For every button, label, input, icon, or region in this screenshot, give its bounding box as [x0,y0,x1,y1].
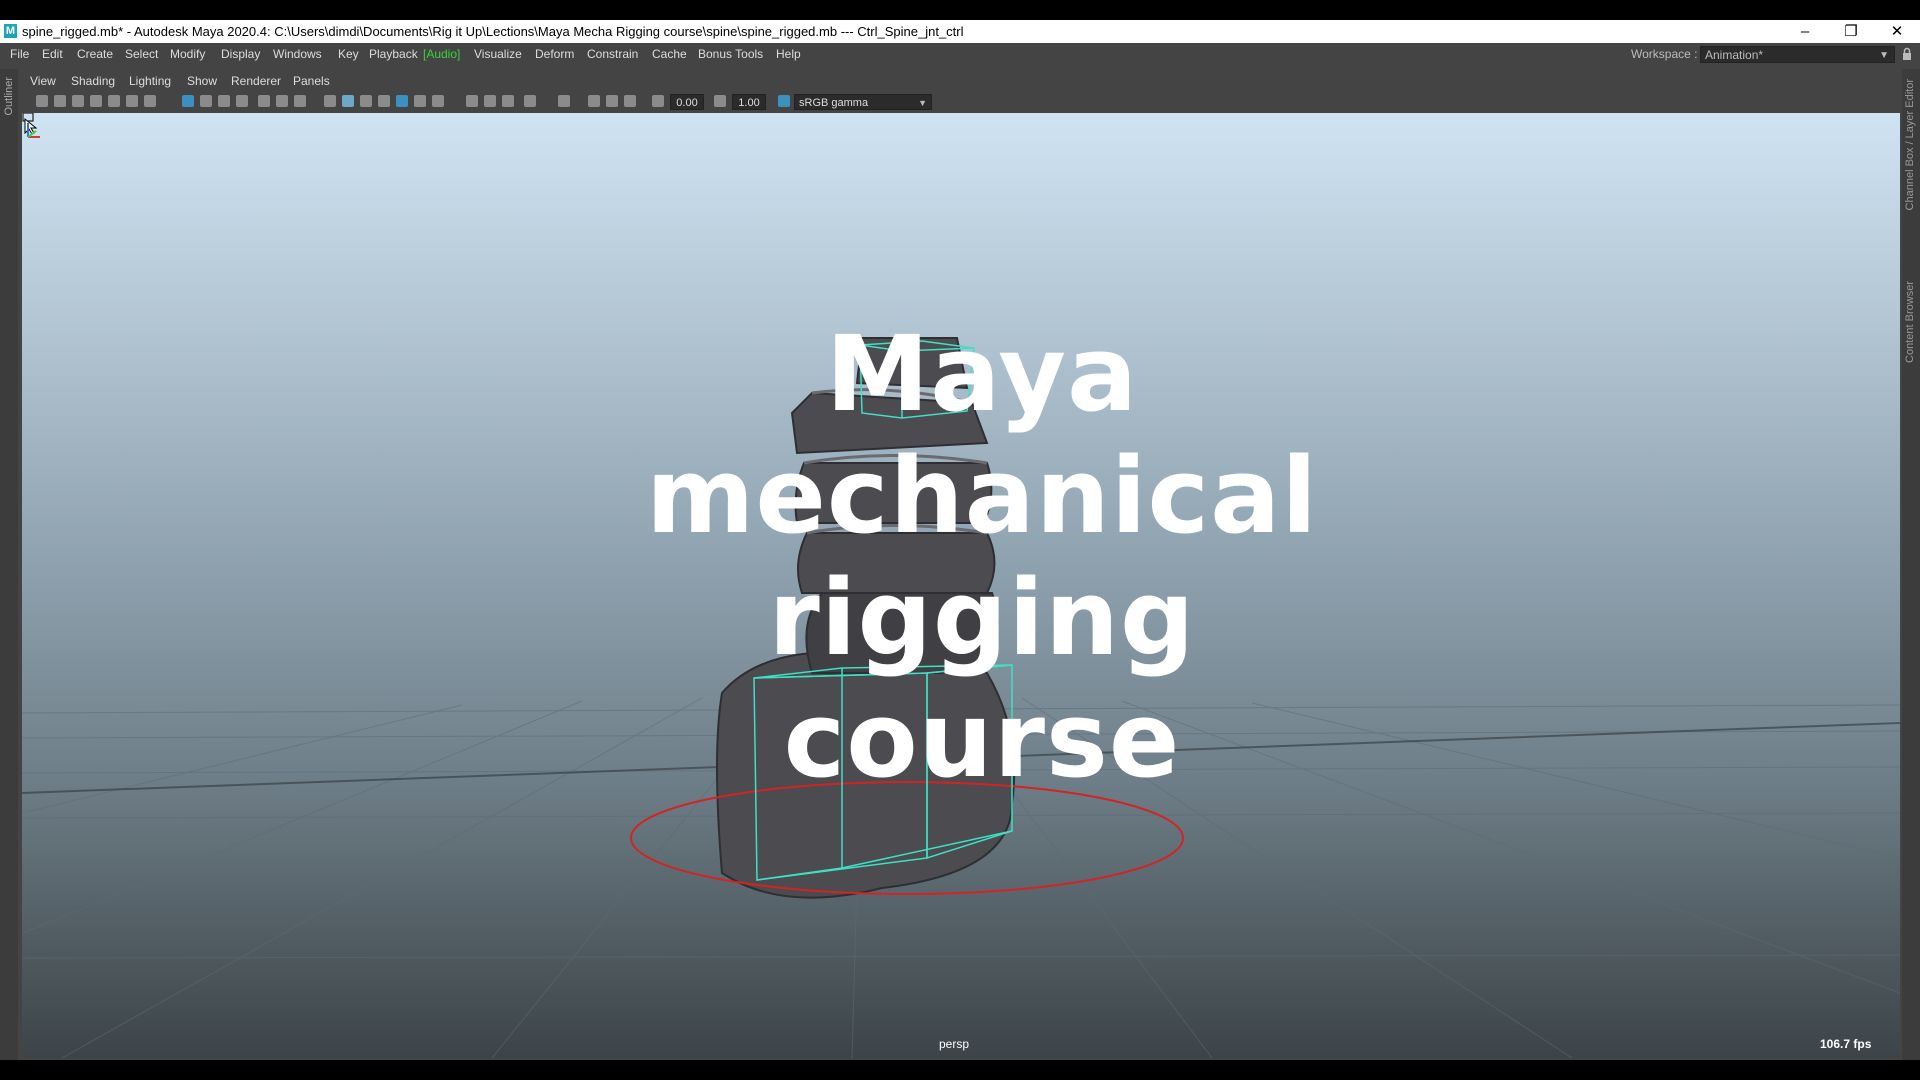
panel-menu-show[interactable]: Show [187,71,217,91]
overlay-line: mechanical [646,435,1318,557]
close-button[interactable]: ✕ [1874,20,1920,43]
screen-top-border [0,0,1920,20]
ambient-occlusion-icon[interactable] [466,95,478,107]
overlay-line: course [783,679,1181,801]
default-material-icon[interactable] [360,95,372,107]
field-chart-icon[interactable] [258,95,270,107]
xray-icon[interactable] [396,95,408,107]
workspace-label: Workspace : [1631,47,1698,61]
use-all-lights-icon[interactable] [414,95,426,107]
safe-action-icon[interactable] [276,95,288,107]
color-management-icon[interactable] [778,95,790,107]
workspace-dropdown[interactable]: Animation* ▼ [1700,46,1895,63]
image-plane-icon[interactable] [108,95,120,107]
safe-title-icon[interactable] [294,95,306,107]
overlay-line: Maya [825,313,1139,435]
panel-menu-shading[interactable]: Shading [71,71,115,91]
menu-modify[interactable]: Modify [170,43,205,65]
menu-create[interactable]: Create [77,43,113,65]
outliner-tab-strip: Outliner [0,69,18,1060]
camera-name-label: persp [939,1037,970,1051]
anti-aliasing-icon[interactable] [502,95,514,107]
isolate-select-icon[interactable] [558,95,570,107]
right-tab-strip: Channel Box / Layer Editor Content Brows… [1902,69,1920,1060]
panel-menu-renderer[interactable]: Renderer [231,71,281,91]
fps-readout: 106.7 fps [1820,1037,1872,1051]
menu-windows[interactable]: Windows [273,43,322,65]
menu-cache[interactable]: Cache [652,43,687,65]
perspective-viewport[interactable]: Maya mechanical rigging course persp 106… [22,113,1900,1058]
screen-bottom-border [0,1060,1920,1080]
camera-attributes-icon[interactable] [72,95,84,107]
menu-deform[interactable]: Deform [535,43,574,65]
twod-pan-zoom-icon[interactable] [126,95,138,107]
menu-select[interactable]: Select [125,43,158,65]
panel-menu-lighting[interactable]: Lighting [129,71,171,91]
panel-menu-panels[interactable]: Panels [293,71,330,91]
gamma-field[interactable]: 1.00 [732,94,766,110]
course-title-overlay: Maya mechanical rigging course [592,313,1372,801]
restore-button[interactable]: ❐ [1828,20,1874,43]
gate-mask-icon[interactable] [236,95,248,107]
chevron-down-icon: ▼ [1879,50,1889,61]
xray-active-components-icon[interactable] [606,95,618,107]
menu-visualize[interactable]: Visualize [474,43,522,65]
view-transform-dropdown[interactable]: sRGB gamma ▼ [794,94,932,110]
select-camera-icon[interactable] [36,95,48,107]
viewport-toolbar: 0.00 1.00 sRGB gamma ▼ [22,91,1900,113]
lock-camera-icon[interactable] [54,95,66,107]
menu-file[interactable]: File [10,43,29,65]
gamma-reset-icon[interactable] [714,95,726,107]
lock-icon[interactable] [1902,47,1912,61]
exposure-field[interactable]: 0.00 [670,94,704,110]
menu-key[interactable]: Key [338,43,359,65]
workspace-value: Animation* [1705,48,1764,62]
resolution-gate-icon[interactable] [218,95,230,107]
menu-constrain[interactable]: Constrain [587,43,638,65]
smooth-shade-icon[interactable] [342,95,354,107]
panel-menu-view[interactable]: View [30,71,56,91]
menu-audio[interactable]: [Audio] [423,43,460,65]
shadows-icon[interactable] [432,95,444,107]
window-title: spine_rigged.mb* - Autodesk Maya 2020.4:… [22,24,964,39]
menu-edit[interactable]: Edit [42,43,63,65]
hud-icon[interactable] [624,95,636,107]
outliner-tab[interactable]: Outliner [3,77,15,116]
grid-icon[interactable] [182,95,194,107]
maya-logo-icon: M [4,24,17,38]
menu-display[interactable]: Display [221,43,260,65]
wireframe-on-shaded-icon[interactable] [378,95,390,107]
menu-playback[interactable]: Playback [369,43,418,65]
depth-of-field-icon[interactable] [524,95,536,107]
xray-joints-icon[interactable] [588,95,600,107]
bookmark-icon[interactable] [90,95,102,107]
wireframe-icon[interactable] [324,95,336,107]
menu-help[interactable]: Help [776,43,801,65]
exposure-reset-icon[interactable] [652,95,664,107]
title-bar: M spine_rigged.mb* - Autodesk Maya 2020.… [0,20,1920,43]
film-gate-icon[interactable] [200,95,212,107]
overlay-line: rigging [768,557,1196,679]
view-axis-icon [27,123,40,138]
menu-bonus-tools[interactable]: Bonus Tools [698,43,763,65]
view-transform-value: sRGB gamma [799,97,869,109]
grease-pencil-icon[interactable] [144,95,156,107]
motion-blur-icon[interactable] [484,95,496,107]
minimize-button[interactable]: – [1782,20,1828,43]
chevron-down-icon: ▼ [918,98,927,108]
content-browser-tab[interactable]: Content Browser [1904,281,1916,363]
channel-box-tab[interactable]: Channel Box / Layer Editor [1904,79,1916,210]
maya-app: File Edit Create Select Modify Display W… [0,43,1920,1060]
main-menubar: File Edit Create Select Modify Display W… [0,43,1920,65]
viewport-panel-menu: View Shading Lighting Show Renderer Pane… [22,71,1900,91]
